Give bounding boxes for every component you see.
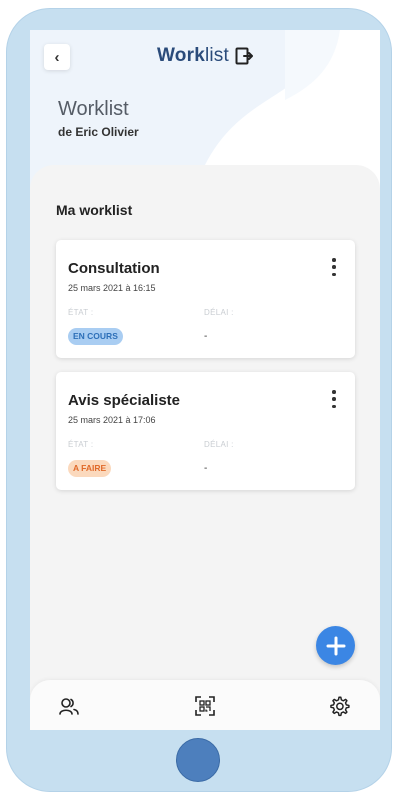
delay-value: - [204, 463, 208, 474]
more-options-icon[interactable] [329, 258, 339, 276]
plus-icon [326, 636, 345, 655]
home-button[interactable] [176, 738, 220, 782]
card-title: Consultation [68, 260, 160, 277]
app-title: Worklist [30, 45, 380, 67]
card-title: Avis spécialiste [68, 392, 181, 409]
worklist-card[interactable]: Avis spécialiste 25 mars 2021 à 17:06 ÉT… [56, 372, 355, 490]
app-title-rest: list [204, 45, 229, 66]
delay-value: - [204, 331, 208, 342]
qr-scan-icon[interactable] [194, 695, 216, 717]
state-label: ÉTAT : [68, 308, 94, 317]
delay-label: DÉLAI : [204, 308, 234, 317]
exit-icon[interactable] [235, 47, 253, 65]
card-date: 25 mars 2021 à 17:06 [68, 415, 156, 425]
delay-label: DÉLAI : [204, 440, 234, 449]
section-title: Ma worklist [56, 202, 133, 218]
worklist-card[interactable]: Consultation 25 mars 2021 à 16:15 ÉTAT :… [56, 240, 355, 358]
page-subheading: de Eric Olivier [58, 125, 139, 139]
more-options-icon[interactable] [329, 390, 339, 408]
bottom-nav [30, 680, 380, 730]
state-label: ÉTAT : [68, 440, 94, 449]
users-icon[interactable] [58, 695, 80, 717]
status-badge: EN COURS [68, 328, 123, 345]
card-date: 25 mars 2021 à 16:15 [68, 283, 156, 293]
status-badge: A FAIRE [68, 460, 112, 477]
app-screen: ‹ Worklist Worklist de Eric Olivier Ma w… [30, 30, 380, 730]
app-title-bold: Work [157, 45, 205, 66]
gear-icon[interactable] [328, 695, 350, 717]
page-heading: Worklist [58, 98, 129, 120]
add-button[interactable] [316, 626, 355, 665]
